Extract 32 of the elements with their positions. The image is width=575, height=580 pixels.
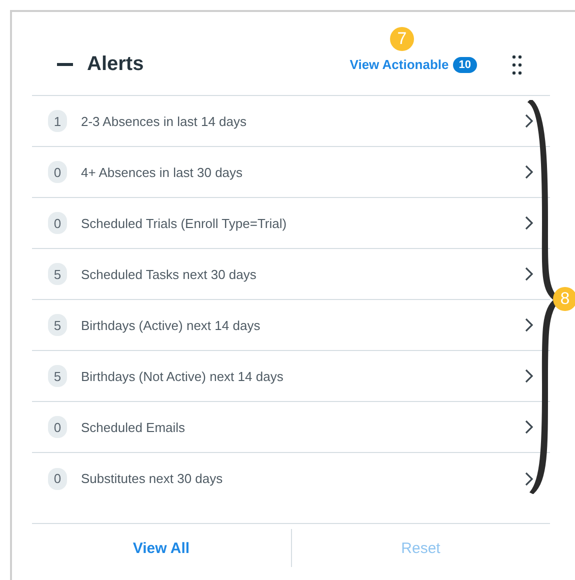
chevron-right-icon <box>524 266 534 282</box>
alert-label: Scheduled Trials (Enroll Type=Trial) <box>81 216 288 230</box>
count-badge: 0 <box>48 416 67 438</box>
count-badge: 5 <box>48 314 67 336</box>
count-badge: 0 <box>48 212 67 234</box>
callout-marker: 7 <box>390 27 414 51</box>
alert-label: Birthdays (Active) next 14 days <box>81 318 262 332</box>
chevron-right-icon <box>524 113 534 129</box>
count-badge: 0 <box>48 468 67 490</box>
chevron-right-icon <box>524 164 534 180</box>
chevron-right-icon <box>524 368 534 384</box>
view-all-button[interactable]: View All <box>32 526 290 570</box>
alert-row[interactable]: 0 Substitutes next 30 days <box>32 453 550 504</box>
chevron-right-icon <box>524 470 534 486</box>
count-badge: 10 <box>452 56 477 72</box>
chevron-right-icon <box>524 317 534 333</box>
chevron-right-icon <box>524 215 534 231</box>
count-badge: 5 <box>48 263 67 285</box>
alert-label: Birthdays (Not Active) next 14 days <box>81 368 284 384</box>
view-actionable-link[interactable]: View Actionable <box>350 57 449 72</box>
callout-marker: 8 <box>553 287 575 311</box>
alert-label: 4+ Absences in last 30 days <box>81 164 244 180</box>
alert-label: Substitutes next 30 days <box>81 471 224 486</box>
alert-label: Scheduled Tasks next 30 days <box>81 266 258 282</box>
alert-label: Scheduled Emails <box>81 420 186 434</box>
alert-label: 2-3 Absences in last 14 days <box>81 114 248 128</box>
count-badge: 1 <box>48 110 67 132</box>
chevron-right-icon <box>524 419 534 435</box>
drag-handle-icon[interactable] <box>512 54 522 74</box>
panel-title: Alerts <box>87 53 144 76</box>
count-badge: 5 <box>48 365 67 387</box>
count-badge: 0 <box>48 161 67 183</box>
